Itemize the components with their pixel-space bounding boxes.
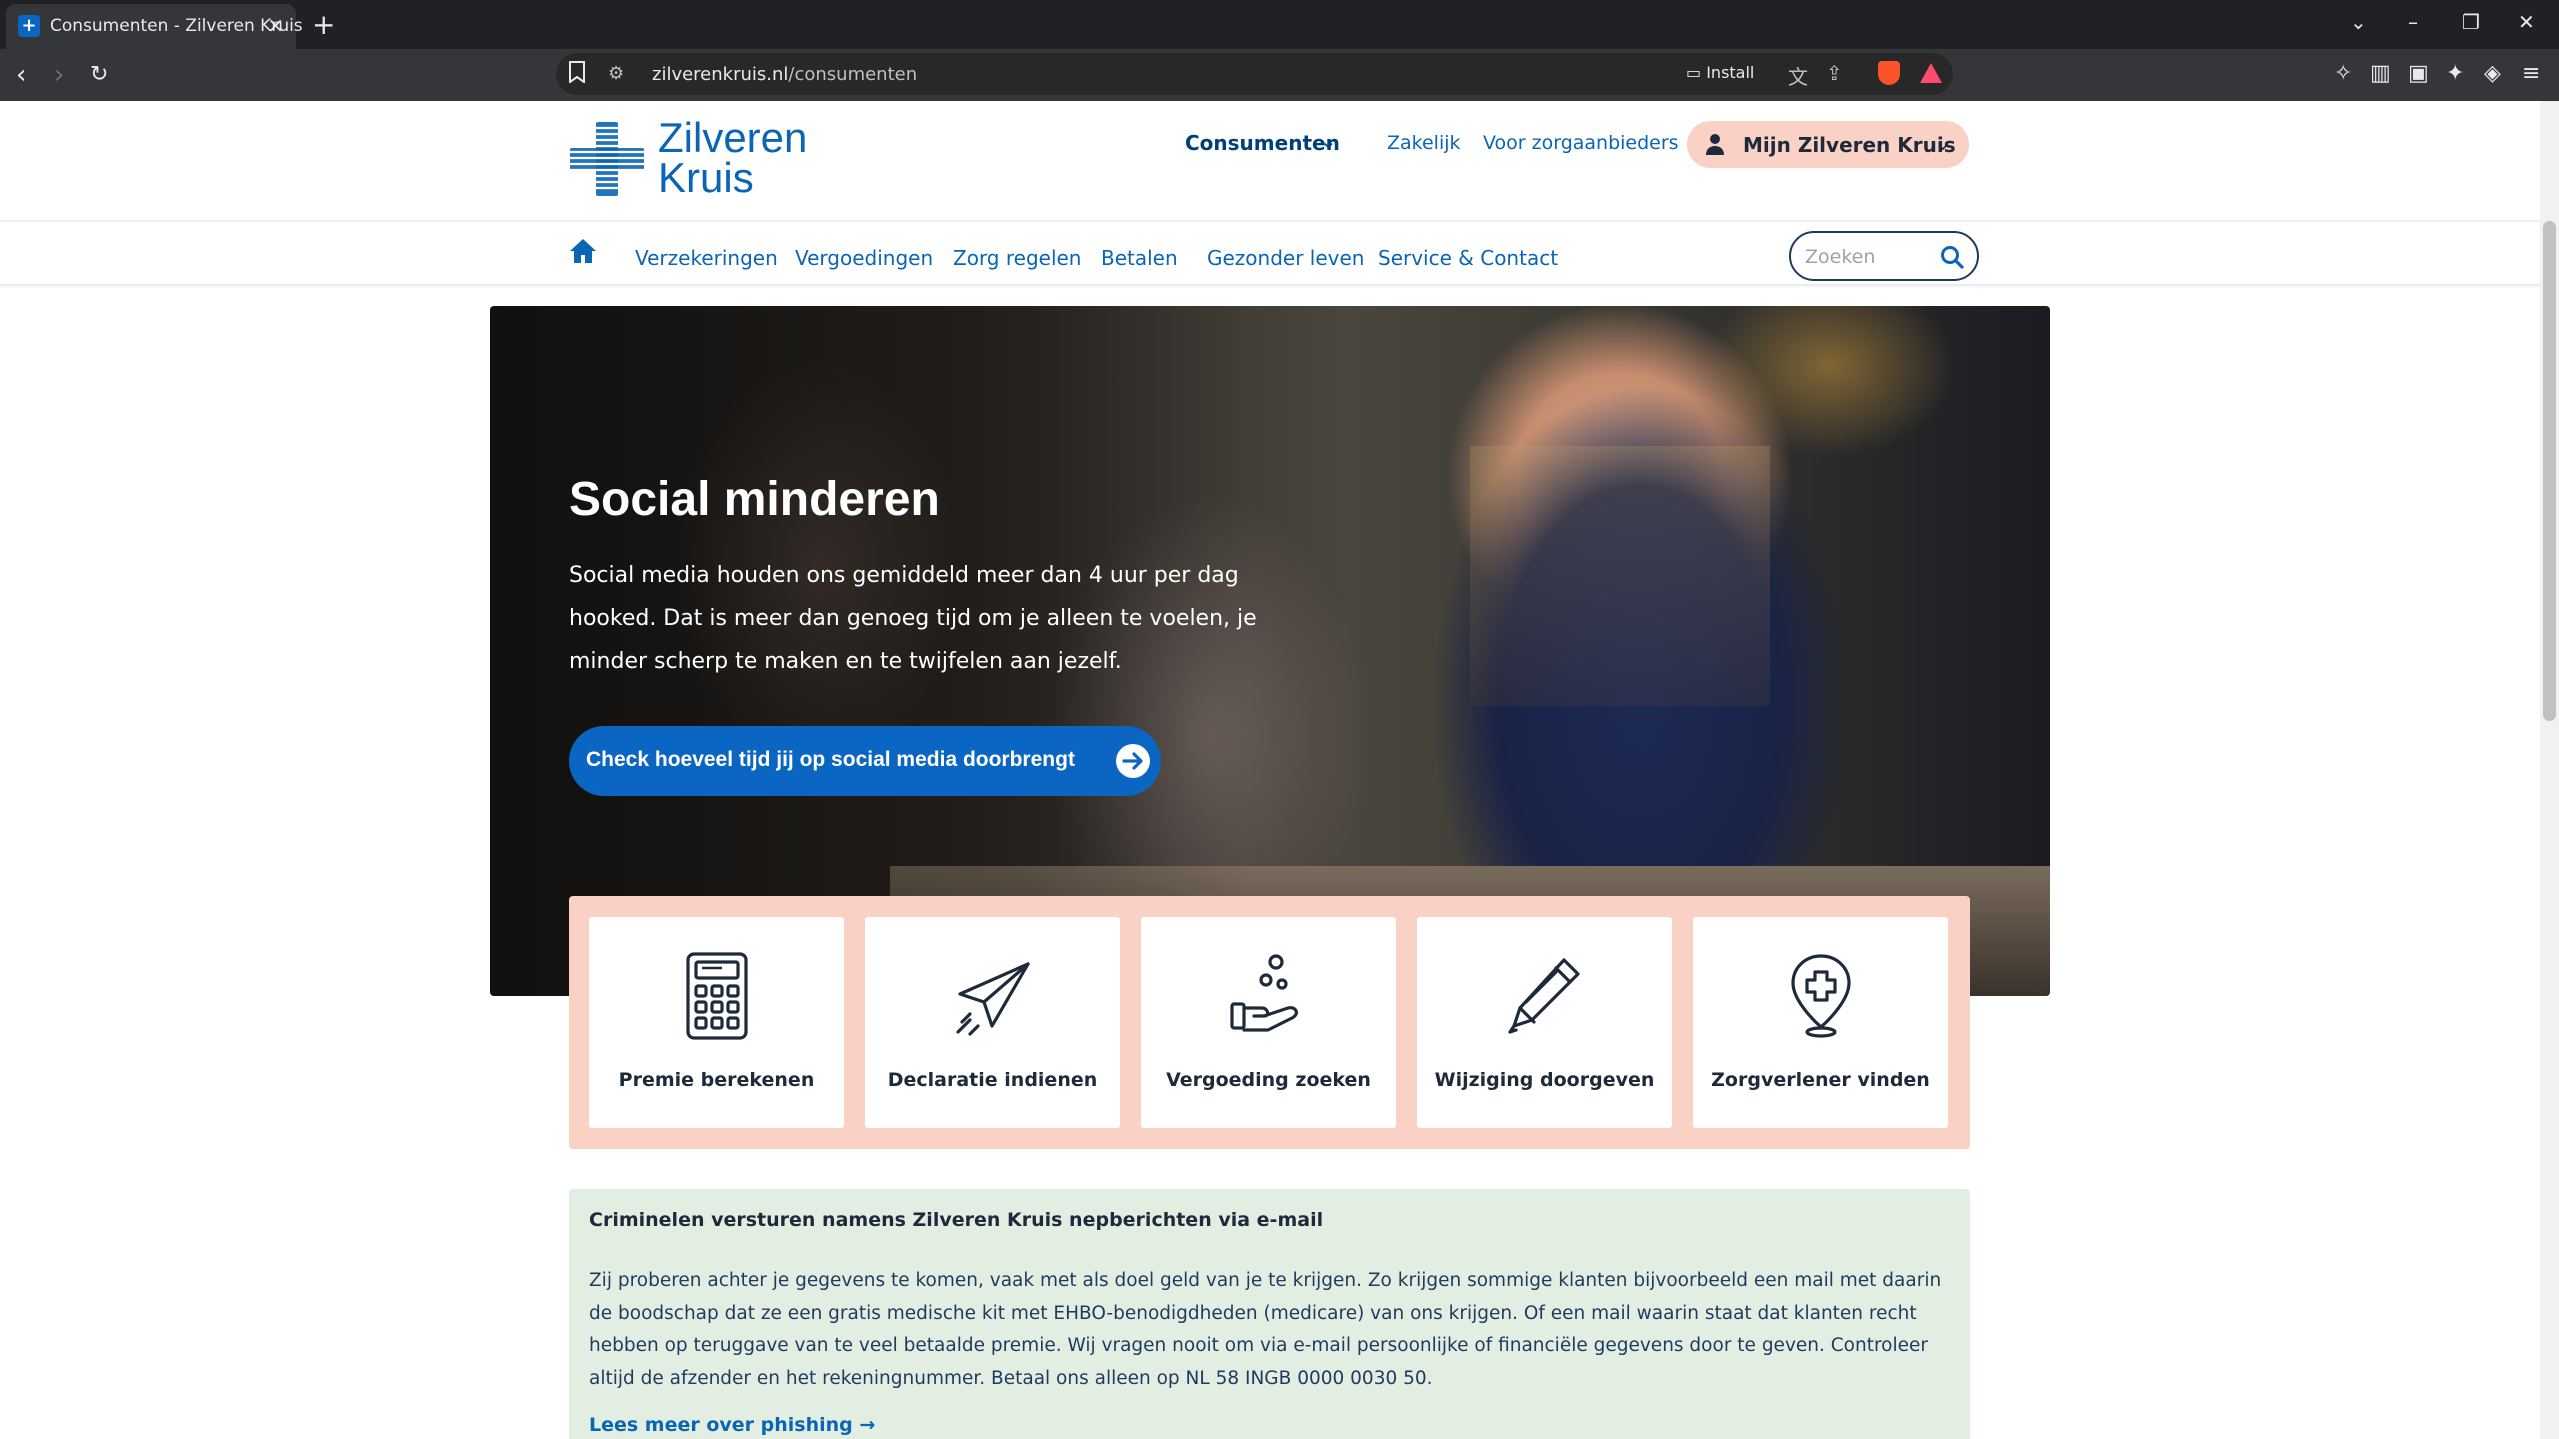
url-text[interactable]: zilverenkruis.nl/consumenten: [652, 64, 917, 85]
back-icon[interactable]: ‹: [16, 60, 26, 90]
install-button[interactable]: ▭ Install: [1686, 63, 1754, 82]
subnav-shadow: [0, 284, 2540, 288]
quick-link-label: Declaratie indienen: [887, 1069, 1098, 1091]
close-window-icon[interactable]: ✕: [2518, 10, 2535, 34]
url-domain: zilverenkruis.nl: [652, 64, 789, 85]
pencil-icon: [1508, 958, 1580, 1034]
install-label: Install: [1706, 63, 1755, 82]
person-icon: [1706, 134, 1724, 155]
close-tab-icon[interactable]: ×: [267, 13, 284, 37]
header-divider: [0, 220, 2540, 222]
subnav-item-betalen[interactable]: Betalen: [1101, 246, 1178, 270]
favicon-icon: +: [18, 15, 40, 37]
minimize-icon[interactable]: –: [2408, 10, 2418, 34]
quick-link-label: Zorgverlener vinden: [1711, 1069, 1930, 1091]
quick-link-label: Vergoeding zoeken: [1166, 1069, 1371, 1091]
hero-banner: Social minderen Social media houden ons …: [490, 306, 2050, 996]
hand-coins-icon: [1230, 954, 1298, 1032]
phishing-link-label: Lees meer over phishing: [589, 1414, 853, 1436]
subnav-item-gezonder-leven[interactable]: Gezonder leven: [1207, 246, 1364, 270]
logo-wordmark: Zilveren Kruis: [658, 114, 808, 201]
url-path: /consumenten: [788, 64, 918, 85]
quick-link-declaratie-indienen[interactable]: Declaratie indienen: [865, 917, 1120, 1128]
logo-line-1: Zilveren: [658, 114, 808, 161]
menu-icon[interactable]: ≡: [2522, 61, 2540, 86]
logo-line-2: Kruis: [658, 154, 754, 201]
arrow-right-icon: →: [859, 1414, 876, 1436]
consumenten-menu[interactable]: Consumenten: [1185, 131, 1340, 155]
paper-plane-icon: [956, 962, 1030, 1036]
quick-link-label: Wijziging doorgeven: [1434, 1069, 1655, 1091]
hero-title: Social minderen: [569, 473, 940, 526]
browser-tab-bar: + Consumenten - Zilveren Kruis × + ⌄ – ❐…: [0, 0, 2559, 49]
phishing-notice: Criminelen versturen namens Zilveren Kru…: [569, 1189, 1970, 1439]
location-cross-icon: [1791, 954, 1851, 1038]
tab-search-icon[interactable]: ⌄: [2350, 10, 2367, 34]
mijn-zilveren-kruis-button[interactable]: Mijn Zilveren Kruis ⌄: [1687, 121, 1969, 168]
leo-ai-icon[interactable]: ✦: [2446, 61, 2464, 86]
page-scrollbar[interactable]: [2540, 101, 2559, 1439]
arrow-right-circle-icon: [1116, 744, 1150, 778]
calculator-icon: [686, 952, 748, 1040]
hero-text: Social media houden ons gemiddeld meer d…: [569, 563, 1257, 674]
zilveren-kruis-logo[interactable]: Zilveren Kruis: [568, 114, 828, 201]
hero-cta-label: Check hoeveel tijd jij op social media d…: [586, 748, 1075, 771]
hero-cta-button[interactable]: Check hoeveel tijd jij op social media d…: [569, 726, 1161, 796]
scrollbar-thumb[interactable]: [2543, 221, 2556, 721]
quick-link-vergoeding-zoeken[interactable]: Vergoeding zoeken: [1141, 917, 1396, 1128]
zorgaanbieders-link[interactable]: Voor zorgaanbieders: [1483, 132, 1679, 154]
brave-rewards-icon[interactable]: [1920, 63, 1942, 83]
sidebar-icon[interactable]: ▥: [2370, 61, 2391, 86]
zakelijk-link[interactable]: Zakelijk: [1387, 132, 1461, 154]
site-settings-icon[interactable]: ⚙: [608, 63, 624, 84]
notice-title: Criminelen versturen namens Zilveren Kru…: [589, 1209, 1324, 1231]
notice-body: Zij proberen achter je gegevens te komen…: [589, 1270, 1942, 1389]
brave-shields-icon[interactable]: [1878, 61, 1900, 85]
quick-link-wijziging-doorgeven[interactable]: Wijziging doorgeven: [1417, 917, 1672, 1128]
restore-icon[interactable]: ❐: [2462, 10, 2480, 34]
chevron-down-icon: ⌄: [1934, 131, 1951, 155]
subnav-item-verzekeringen[interactable]: Verzekeringen: [635, 246, 778, 270]
reload-icon[interactable]: ↻: [90, 60, 108, 90]
phishing-read-more-link[interactable]: Lees meer over phishing →: [589, 1414, 875, 1436]
new-tab-icon[interactable]: +: [312, 8, 335, 41]
address-bar[interactable]: ⚙ zilverenkruis.nl/consumenten ▭ Install…: [556, 53, 1953, 95]
translate-icon[interactable]: 文: [1788, 61, 1808, 90]
subnav-item-zorg-regelen[interactable]: Zorg regelen: [953, 246, 1082, 270]
search-icon[interactable]: [1939, 244, 1965, 270]
extensions-icon[interactable]: ✧: [2334, 61, 2352, 86]
quick-link-zorgverlener-vinden[interactable]: Zorgverlener vinden: [1693, 917, 1948, 1128]
browser-toolbar: ‹ › ↻ ⚙ zilverenkruis.nl/consumenten ▭ I…: [0, 49, 2559, 101]
quick-links-panel: Premie berekenen Declaratie indienen Ver…: [569, 896, 1970, 1149]
tab-title: Consumenten - Zilveren Kruis: [50, 16, 303, 36]
browser-tab[interactable]: + Consumenten - Zilveren Kruis ×: [6, 4, 303, 49]
cross-logo-icon: [568, 122, 646, 196]
search-box: [1789, 231, 1979, 281]
share-icon[interactable]: ⇪: [1826, 61, 1843, 85]
page: Zilveren Kruis Consumenten ⌄ Zakelijk Vo…: [0, 101, 2540, 1439]
forward-icon[interactable]: ›: [54, 60, 64, 90]
home-icon[interactable]: [569, 238, 597, 264]
search-input[interactable]: [1805, 244, 1935, 270]
quick-link-label: Premie berekenen: [618, 1069, 815, 1091]
hero-photo-shelf: [1470, 446, 1770, 706]
subnav-item-service-contact[interactable]: Service & Contact: [1378, 246, 1558, 270]
quick-link-premie-berekenen[interactable]: Premie berekenen: [589, 917, 844, 1128]
wallet-icon[interactable]: ▣: [2408, 61, 2429, 86]
bookmark-icon[interactable]: [568, 61, 586, 83]
chevron-down-icon[interactable]: ⌄: [1320, 129, 1337, 153]
mijn-zilveren-kruis-label: Mijn Zilveren Kruis: [1743, 133, 1956, 157]
subnav-item-vergoedingen[interactable]: Vergoedingen: [795, 246, 933, 270]
vpn-icon[interactable]: ◈: [2484, 61, 2501, 86]
